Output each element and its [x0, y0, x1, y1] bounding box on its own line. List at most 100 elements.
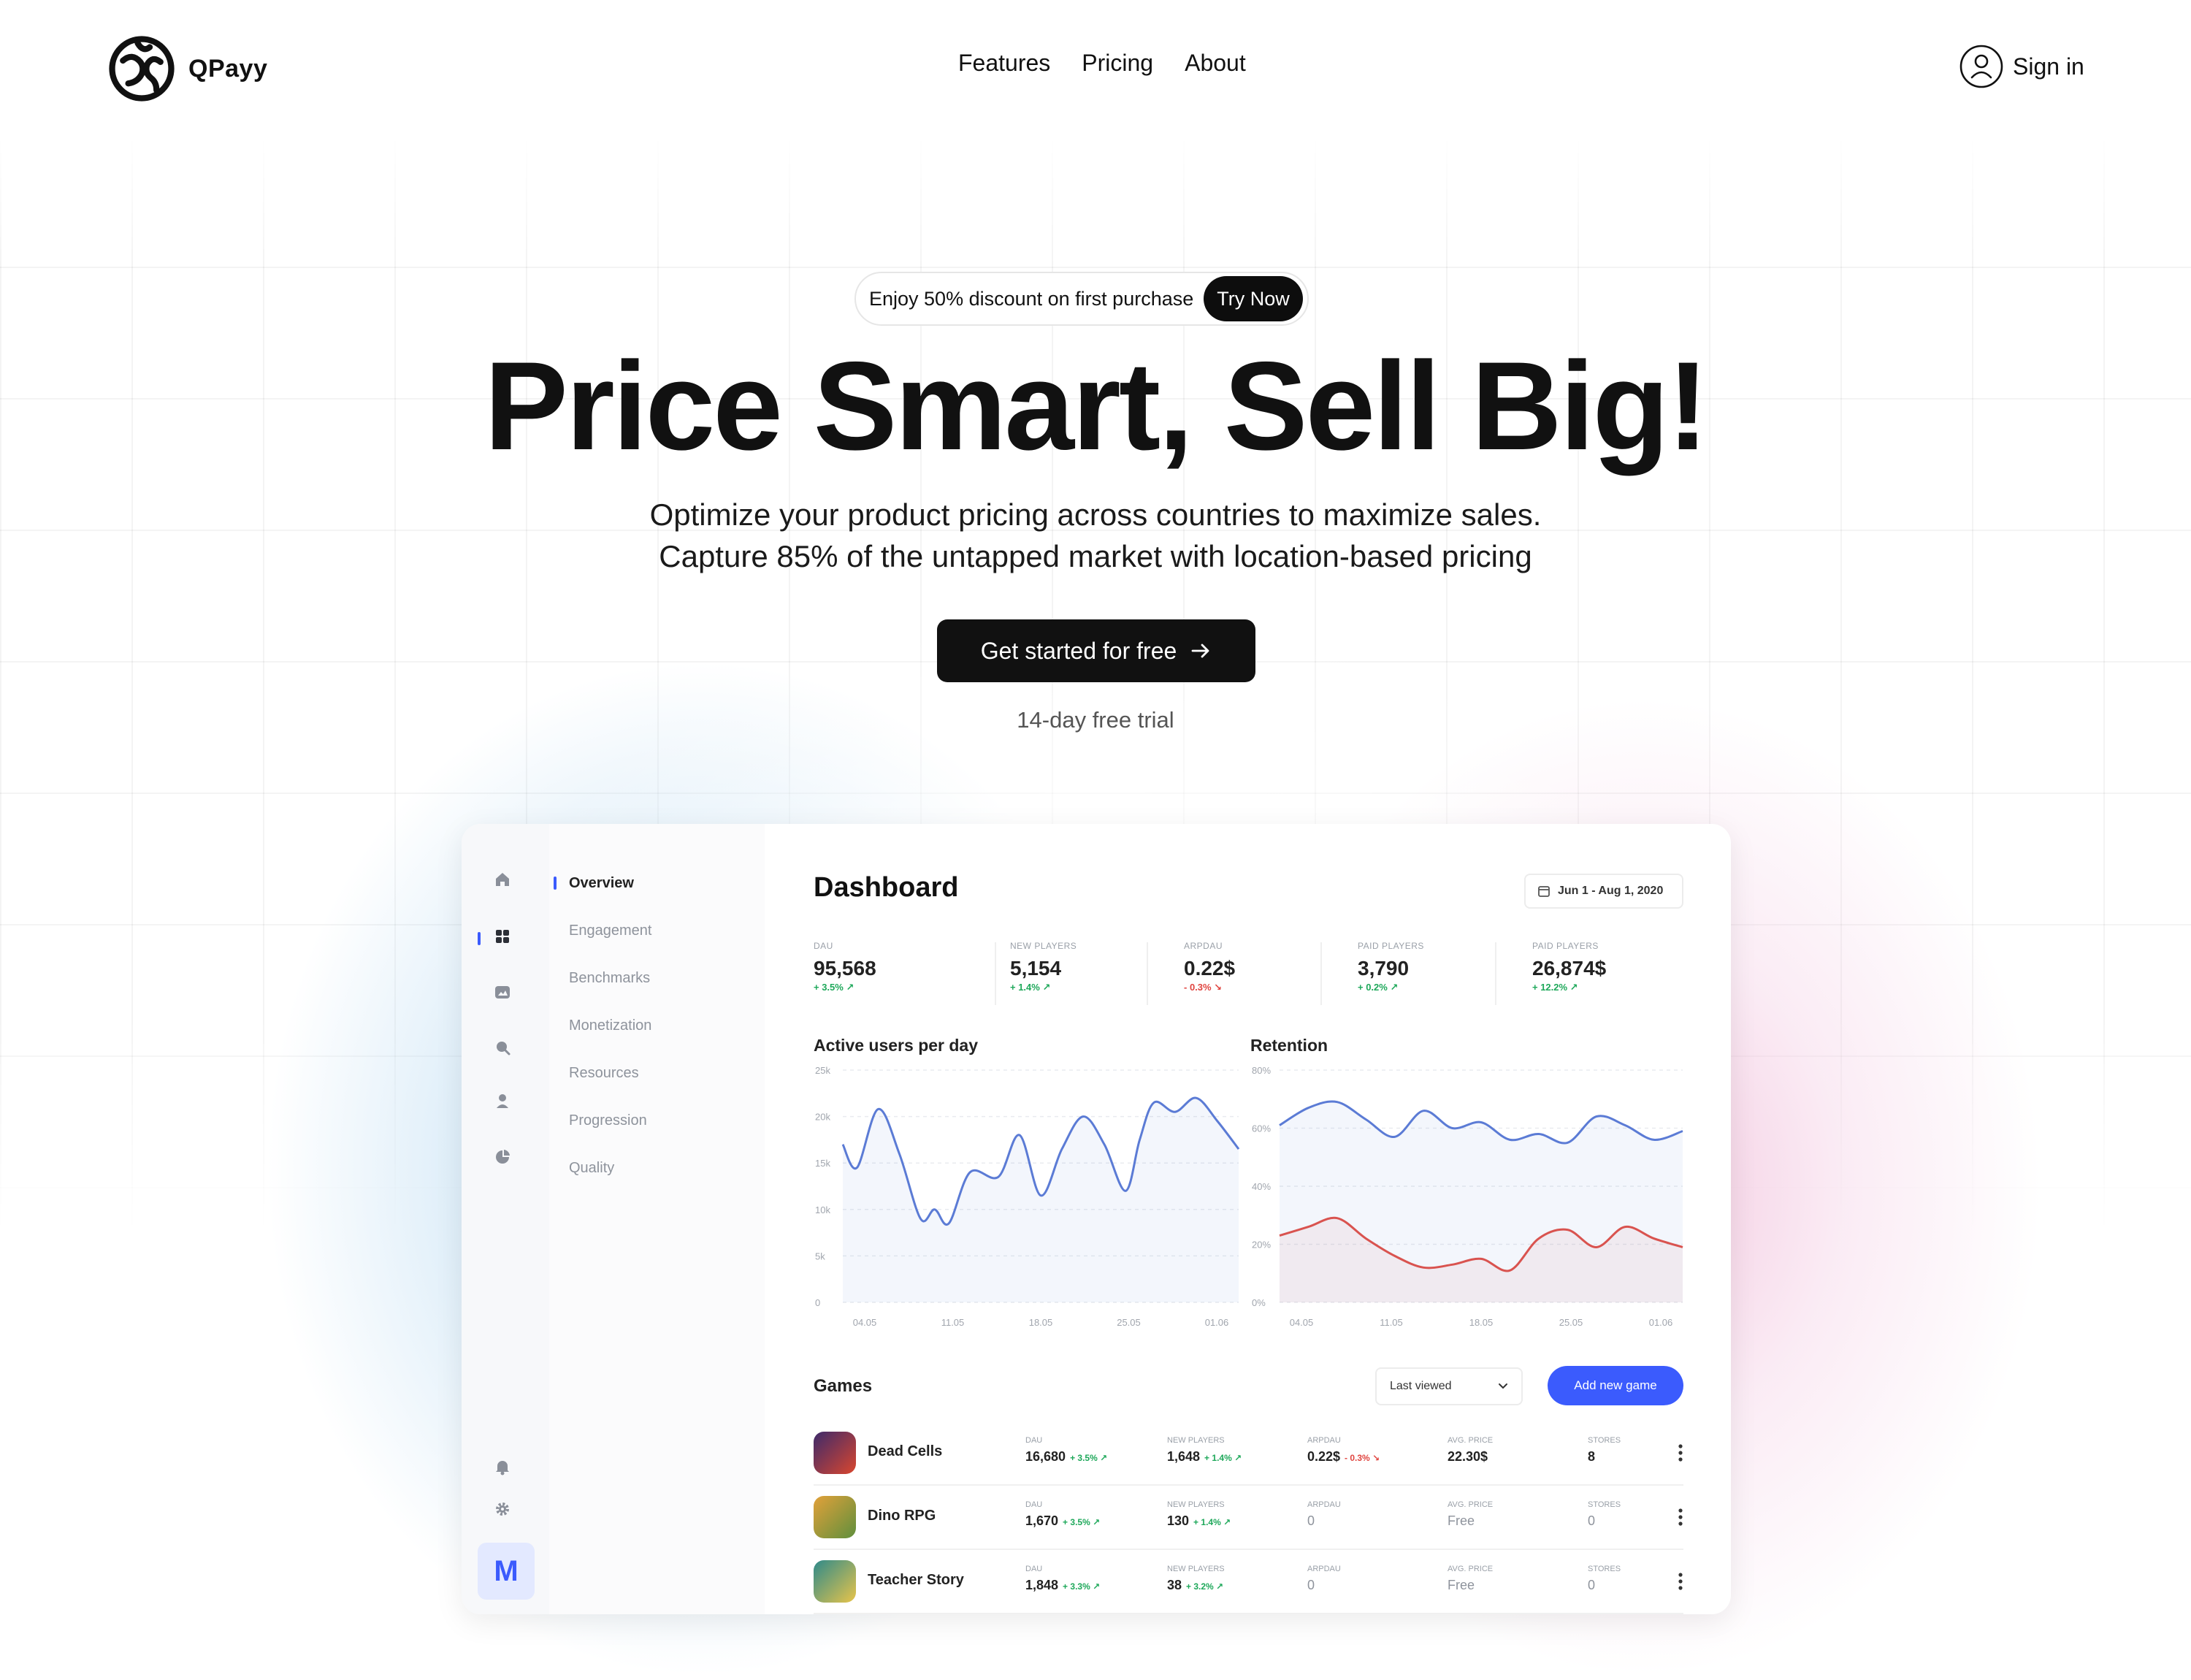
game-cell-label: Stores — [1588, 1500, 1621, 1509]
pie-chart-icon[interactable] — [492, 1147, 513, 1167]
y-tick-label: 80% — [1252, 1065, 1271, 1076]
game-cell-label: Stores — [1588, 1565, 1621, 1573]
game-cell-value: 0 — [1307, 1578, 1341, 1593]
home-icon[interactable] — [492, 869, 513, 890]
subnav-item-quality[interactable]: Quality — [569, 1160, 614, 1177]
game-cell-label: DAU — [1025, 1436, 1107, 1445]
more-options-icon[interactable] — [1678, 1443, 1683, 1462]
x-tick-label: 18.05 — [1469, 1317, 1494, 1328]
stat-new-players: New players 5,154 + 1.4% ↗ — [1010, 941, 1077, 993]
add-new-game-button[interactable]: Add new game — [1548, 1366, 1683, 1405]
subnav-item-resources[interactable]: Resources — [569, 1065, 639, 1082]
bell-icon[interactable] — [492, 1456, 513, 1477]
game-cell: New players38+ 3.2% ↗ — [1167, 1565, 1225, 1593]
get-started-button[interactable]: Get started for free — [937, 619, 1255, 682]
sort-dropdown-value: Last viewed — [1390, 1380, 1452, 1393]
dashboard-preview: M Overview Engagement Benchmarks Monetiz… — [462, 824, 1731, 1614]
stat-paid-revenue: Paid players 26,874$ + 12.2% ↗ — [1532, 941, 1606, 993]
game-thumbnail — [814, 1432, 856, 1474]
subnav-item-overview[interactable]: Overview — [569, 875, 634, 892]
more-options-icon[interactable] — [1678, 1508, 1683, 1527]
stat-label: Paid players — [1358, 941, 1424, 951]
stat-value: 5,154 — [1010, 957, 1077, 980]
date-range-picker[interactable]: Jun 1 - Aug 1, 2020 — [1524, 874, 1683, 909]
subnav-item-engagement[interactable]: Engagement — [569, 923, 651, 939]
game-cell-number: 22.30$ — [1448, 1449, 1488, 1464]
nav-pricing-link[interactable]: Pricing — [1082, 50, 1153, 77]
game-cell: ARPDAU0.22$- 0.3% ↘ — [1307, 1436, 1380, 1465]
game-cell-number: 1,848 — [1025, 1578, 1058, 1592]
y-tick-label: 15k — [815, 1158, 830, 1169]
game-row[interactable]: Teacher StoryDAU1,848+ 3.3% ↗New players… — [814, 1550, 1683, 1614]
game-cell-number: 0.22$ — [1307, 1449, 1340, 1464]
stat-label: Paid players — [1532, 941, 1606, 951]
games-section-title: Games — [814, 1376, 872, 1397]
more-options-icon[interactable] — [1678, 1572, 1683, 1591]
x-tick-label: 25.05 — [1117, 1317, 1141, 1328]
stat-value: 95,568 — [814, 957, 876, 980]
game-cell-label: ARPDAU — [1307, 1436, 1380, 1445]
stat-label: ARPDAU — [1184, 941, 1235, 951]
sign-in-button[interactable]: Sign in — [1959, 44, 2084, 89]
game-cell-label: Avg. price — [1448, 1436, 1493, 1445]
user-circle-icon — [1959, 44, 2004, 89]
try-now-button[interactable]: Try Now — [1204, 276, 1303, 321]
promo-text: Enjoy 50% discount on first purchase — [869, 288, 1193, 310]
game-cell-value: 0 — [1307, 1513, 1341, 1529]
subnav-item-benchmarks[interactable]: Benchmarks — [569, 970, 650, 987]
game-cell-value: 0 — [1588, 1578, 1621, 1593]
game-row[interactable]: Dino RPGDAU1,670+ 3.5% ↗New players130+ … — [814, 1486, 1683, 1550]
stat-label: New players — [1010, 941, 1077, 951]
stat-label: DAU — [814, 941, 876, 951]
game-cell-label: Stores — [1588, 1436, 1621, 1445]
retention-chart: 0%20%40%60%80%04.0511.0518.0525.0501.06 — [1250, 1061, 1689, 1332]
dashboard-main: Dashboard Jun 1 - Aug 1, 2020 DAU 95,568… — [765, 824, 1731, 1614]
stat-change: - 0.3% ↘ — [1184, 982, 1235, 993]
stat-dau: DAU 95,568 + 3.5% ↗ — [814, 941, 876, 993]
game-cell-number: Free — [1448, 1513, 1475, 1528]
user-icon[interactable] — [492, 1091, 513, 1112]
game-cell-change: + 3.3% ↗ — [1063, 1581, 1100, 1592]
y-tick-label: 25k — [815, 1065, 830, 1076]
game-cell: ARPDAU 0 — [1307, 1565, 1341, 1593]
dashboard-subnav: Overview Engagement Benchmarks Monetizat… — [549, 824, 765, 1614]
nav-about-link[interactable]: About — [1185, 50, 1246, 77]
game-cell: Stores 0 — [1588, 1565, 1621, 1593]
search-icon[interactable] — [492, 1037, 513, 1058]
stat-value: 3,790 — [1358, 957, 1424, 980]
nav-features-link[interactable]: Features — [958, 50, 1050, 77]
subnav-item-monetization[interactable]: Monetization — [569, 1017, 651, 1034]
game-cell-label: DAU — [1025, 1565, 1100, 1573]
game-cell: ARPDAU0 — [1307, 1500, 1341, 1529]
game-cell-label: ARPDAU — [1307, 1565, 1341, 1573]
x-tick-label: 01.06 — [1205, 1317, 1229, 1328]
game-cell: Avg. priceFree — [1448, 1565, 1493, 1593]
brand-name: QPayy — [188, 55, 267, 83]
hero-subheadline: Optimize your product pricing across cou… — [0, 494, 2191, 577]
game-cell-value: Free — [1448, 1578, 1493, 1593]
brand[interactable]: QPayy — [108, 35, 267, 102]
game-row[interactable]: Dead CellsDAU16,680+ 3.5% ↗New players1,… — [814, 1421, 1683, 1486]
game-cell-number: Free — [1448, 1578, 1475, 1592]
game-cell-number: 1,648 — [1167, 1449, 1200, 1464]
x-tick-label: 01.06 — [1649, 1317, 1673, 1328]
y-tick-label: 20% — [1252, 1240, 1271, 1251]
y-tick-label: 60% — [1252, 1123, 1271, 1134]
game-cell-value: 0 — [1588, 1513, 1621, 1529]
avatar[interactable]: M — [478, 1543, 535, 1600]
sort-dropdown[interactable]: Last viewed — [1375, 1367, 1523, 1405]
grid-icon[interactable] — [492, 926, 513, 947]
game-cell-label: DAU — [1025, 1500, 1100, 1509]
get-started-label: Get started for free — [981, 638, 1177, 665]
x-tick-label: 11.05 — [1380, 1317, 1403, 1328]
qpayy-logo — [108, 35, 175, 102]
icon-rail: M — [462, 824, 549, 1614]
x-tick-label: 11.05 — [941, 1317, 965, 1328]
hero-headline: Price Smart, Sell Big! — [0, 343, 2191, 469]
image-icon[interactable] — [492, 982, 513, 1002]
y-tick-label: 40% — [1252, 1181, 1271, 1192]
sign-in-label: Sign in — [2013, 53, 2084, 80]
game-cell-label: New players — [1167, 1500, 1231, 1509]
subnav-item-progression[interactable]: Progression — [569, 1112, 647, 1129]
gear-icon[interactable] — [492, 1499, 513, 1519]
